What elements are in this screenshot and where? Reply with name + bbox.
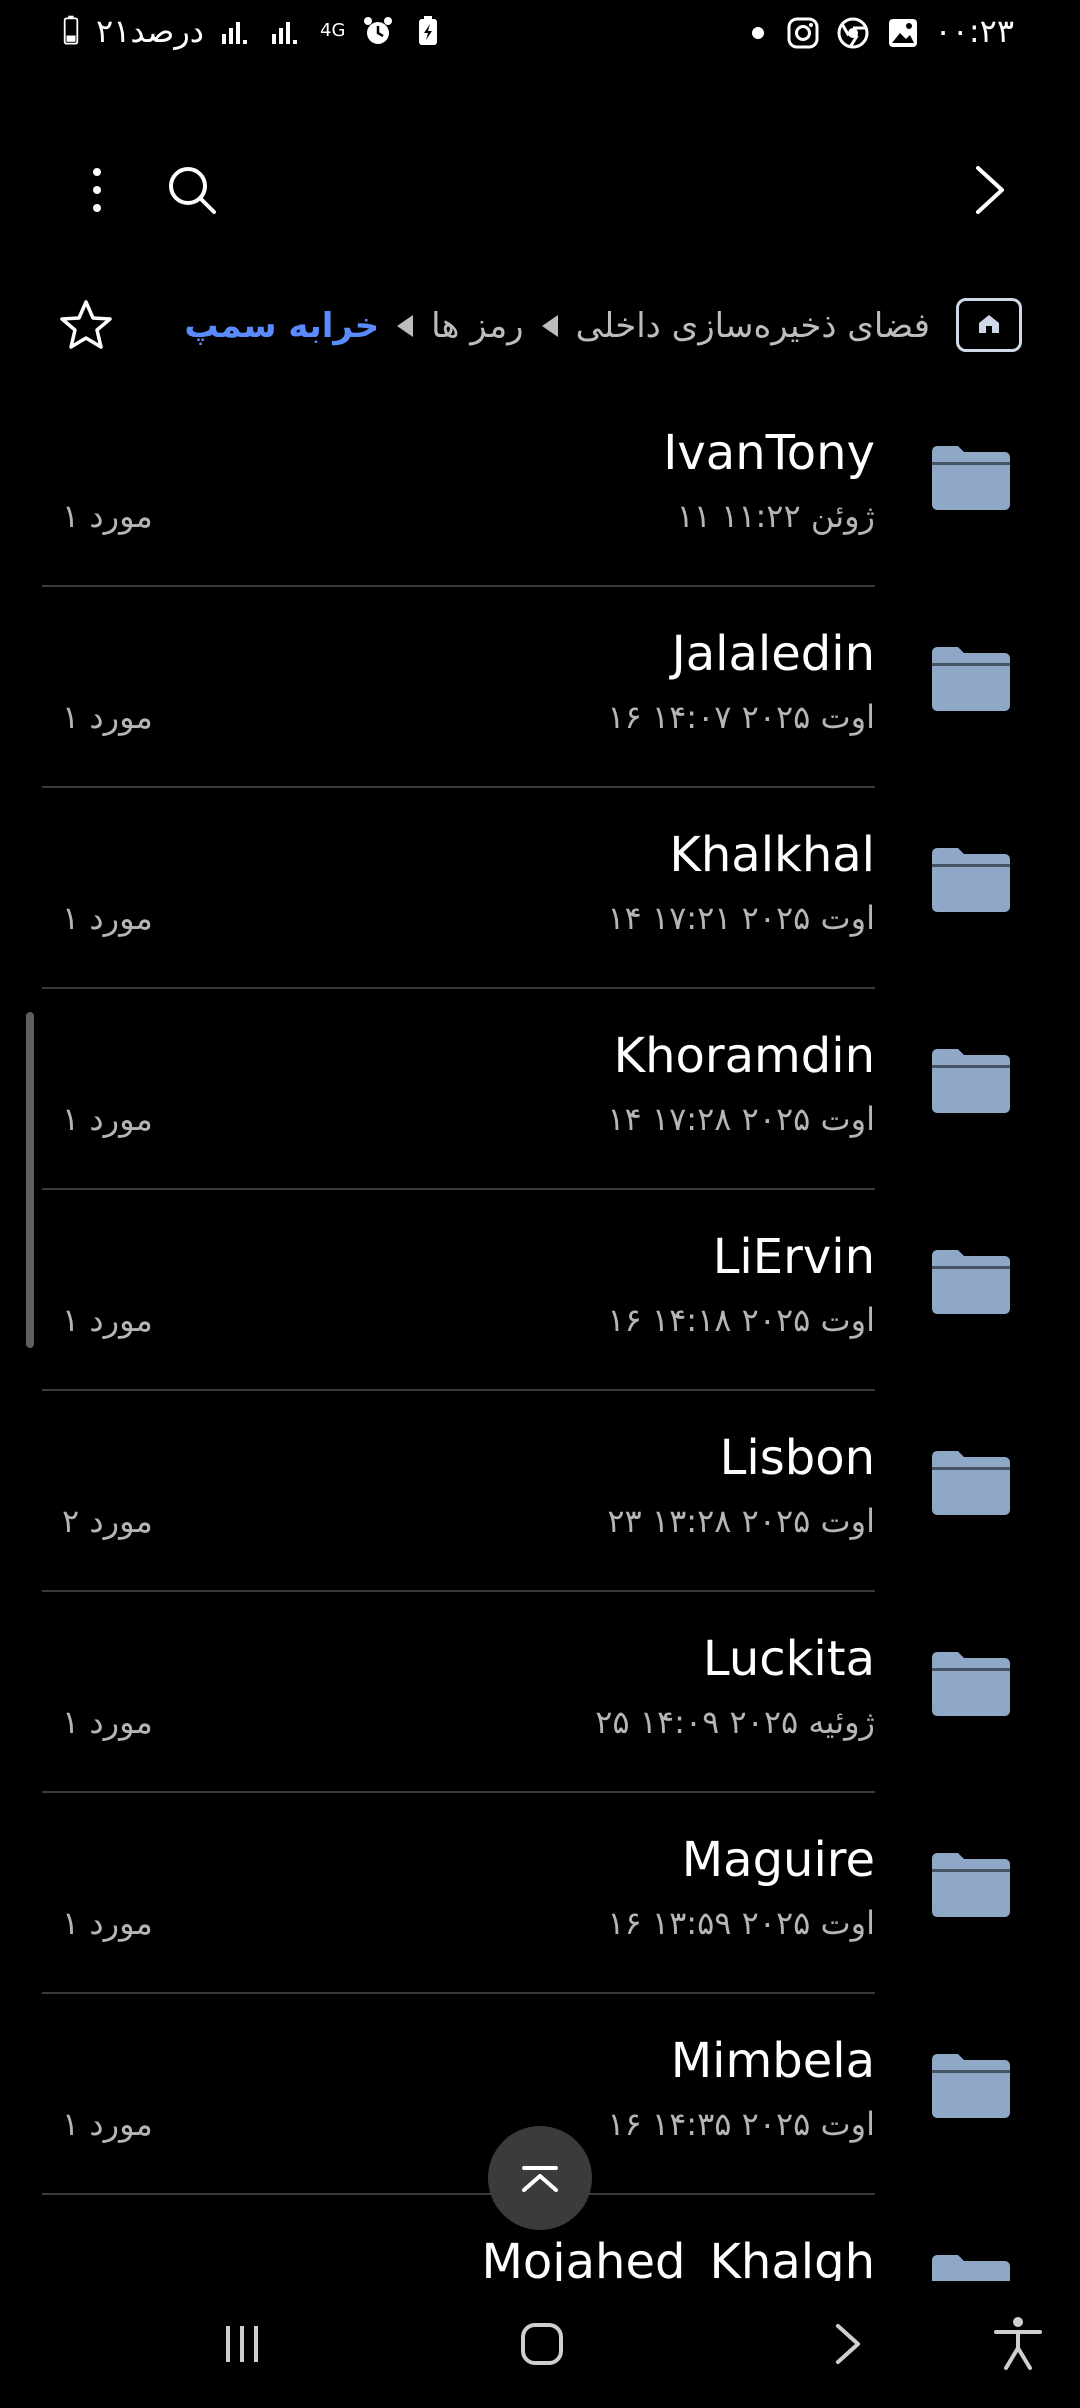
folder-icon	[932, 1250, 1010, 1314]
breadcrumb-item-passwords[interactable]: رمز ها	[431, 306, 524, 346]
favorite-star-icon[interactable]	[56, 296, 116, 356]
gallery-icon	[889, 19, 917, 47]
folder-date: ۱۶ اوت ۲۰۲۵ ۱۴:۰۷	[607, 698, 875, 736]
status-time: ۰۰:۲۳	[934, 12, 1014, 50]
folder-name: Jalaledin	[671, 626, 875, 682]
status-left: ۲۱درصد 4G	[62, 12, 445, 50]
back-icon[interactable]	[826, 2320, 870, 2368]
breadcrumb-item-internal-storage[interactable]: فضای ذخیره‌سازی داخلی	[576, 306, 930, 346]
row-divider	[42, 1992, 875, 1994]
folder-name: LiErvin	[712, 1229, 875, 1285]
row-divider	[42, 1590, 875, 1592]
folder-name: Luckita	[702, 1631, 875, 1687]
folder-item-count: ۱ مورد	[62, 899, 153, 937]
signal-icon	[222, 22, 248, 44]
folder-name: Khalkhal	[669, 827, 875, 883]
folder-icon	[932, 848, 1010, 912]
row-divider	[42, 2193, 875, 2195]
folder-date: ۲۳ اوت ۲۰۲۵ ۱۳:۲۸	[607, 1502, 875, 1540]
folder-name: IvanTony	[663, 425, 875, 481]
signal-icon-2	[272, 22, 298, 44]
notification-dot-icon	[752, 27, 764, 39]
folder-name: Lisbon	[719, 1430, 875, 1486]
row-divider	[42, 1389, 875, 1391]
home-folder-icon[interactable]	[956, 298, 1022, 352]
folder-date: ۱۴ اوت ۲۰۲۵ ۱۷:۲۸	[607, 1100, 875, 1138]
status-bar: ۲۱درصد 4G ۰۰:۲۳	[0, 0, 1080, 70]
folder-item-count: ۱ مورد	[62, 2105, 153, 2143]
forward-icon[interactable]	[960, 160, 1020, 220]
folder-item-count: ۱ مورد	[62, 497, 153, 535]
row-divider	[42, 786, 875, 788]
folder-icon	[932, 647, 1010, 711]
breadcrumb-separator-icon	[541, 315, 558, 337]
alarm-icon	[364, 17, 393, 44]
list-item[interactable]: Luckita ۲۵ ژوئیه ۲۰۲۵ ۱۴:۰۹ ۱ مورد	[0, 1606, 1080, 1807]
breadcrumb-separator-icon	[397, 315, 414, 337]
row-divider	[42, 987, 875, 989]
battery-saver-icon	[419, 16, 438, 45]
more-options-icon[interactable]	[80, 160, 114, 220]
folder-icon	[932, 1451, 1010, 1515]
folder-date: ۱۱ ژوئن ۱۱:۲۲	[676, 497, 875, 535]
folder-date: ۱۶ اوت ۲۰۲۵ ۱۴:۳۵	[607, 2105, 875, 2143]
network-type-icon: 4G	[320, 20, 346, 41]
battery-icon	[63, 15, 79, 45]
folder-name: Maguire	[681, 1832, 875, 1888]
folder-item-count: ۱ مورد	[62, 1904, 153, 1942]
accessibility-icon[interactable]	[990, 2314, 1046, 2372]
breadcrumb: فضای ذخیره‌سازی داخلی رمز ها خرابه سمپ	[170, 298, 930, 354]
breadcrumb-item-current[interactable]: خرابه سمپ	[184, 306, 379, 346]
list-item[interactable]: Khoramdin ۱۴ اوت ۲۰۲۵ ۱۷:۲۸ ۱ مورد	[0, 1003, 1080, 1204]
folder-date: ۲۵ ژوئیه ۲۰۲۵ ۱۴:۰۹	[595, 1703, 875, 1741]
folder-date: ۱۶ اوت ۲۰۲۵ ۱۳:۵۹	[607, 1904, 875, 1942]
folder-icon	[932, 2054, 1010, 2118]
folder-icon	[932, 1049, 1010, 1113]
row-divider	[42, 585, 875, 587]
folder-item-count: ۲ مورد	[62, 1502, 153, 1540]
notification-icons	[752, 16, 920, 50]
folder-icon	[932, 446, 1010, 510]
list-item[interactable]: LiErvin ۱۶ اوت ۲۰۲۵ ۱۴:۱۸ ۱ مورد	[0, 1204, 1080, 1405]
row-divider	[42, 1188, 875, 1190]
folder-icon	[932, 2255, 1010, 2281]
list-item[interactable]: Khalkhal ۱۴ اوت ۲۰۲۵ ۱۷:۲۱ ۱ مورد	[0, 802, 1080, 1003]
chrome-icon	[837, 17, 869, 49]
list-item[interactable]: Lisbon ۲۳ اوت ۲۰۲۵ ۱۳:۲۸ ۲ مورد	[0, 1405, 1080, 1606]
home-icon[interactable]	[518, 2320, 566, 2368]
row-divider	[42, 1791, 875, 1793]
scroll-up-icon	[522, 2166, 558, 2192]
folder-item-count: ۱ مورد	[62, 1301, 153, 1339]
folder-name: Khoramdin	[613, 1028, 875, 1084]
list-item[interactable]: Maguire ۱۶ اوت ۲۰۲۵ ۱۳:۵۹ ۱ مورد	[0, 1807, 1080, 2008]
folder-name: Mojahed_Khalgh	[481, 2234, 876, 2281]
search-icon[interactable]	[162, 160, 222, 220]
folder-item-count: ۱ مورد	[62, 1100, 153, 1138]
folder-date: ۱۶ اوت ۲۰۲۵ ۱۴:۱۸	[607, 1301, 875, 1339]
folder-icon	[932, 1853, 1010, 1917]
folder-item-count: ۱ مورد	[62, 698, 153, 736]
list-item[interactable]: Jalaledin ۱۶ اوت ۲۰۲۵ ۱۴:۰۷ ۱ مورد	[0, 601, 1080, 802]
battery-text: ۲۱درصد	[96, 12, 205, 50]
folder-icon	[932, 1652, 1010, 1716]
list-item[interactable]: IvanTony ۱۱ ژوئن ۱۱:۲۲ ۱ مورد	[0, 400, 1080, 601]
recent-apps-icon[interactable]	[220, 2322, 264, 2366]
folder-item-count: ۱ مورد	[62, 1703, 153, 1741]
scroll-to-top-button[interactable]	[488, 2126, 592, 2230]
instagram-icon	[787, 17, 819, 49]
folder-name: Mimbela	[670, 2033, 875, 2089]
folder-date: ۱۴ اوت ۲۰۲۵ ۱۷:۲۱	[607, 899, 875, 937]
